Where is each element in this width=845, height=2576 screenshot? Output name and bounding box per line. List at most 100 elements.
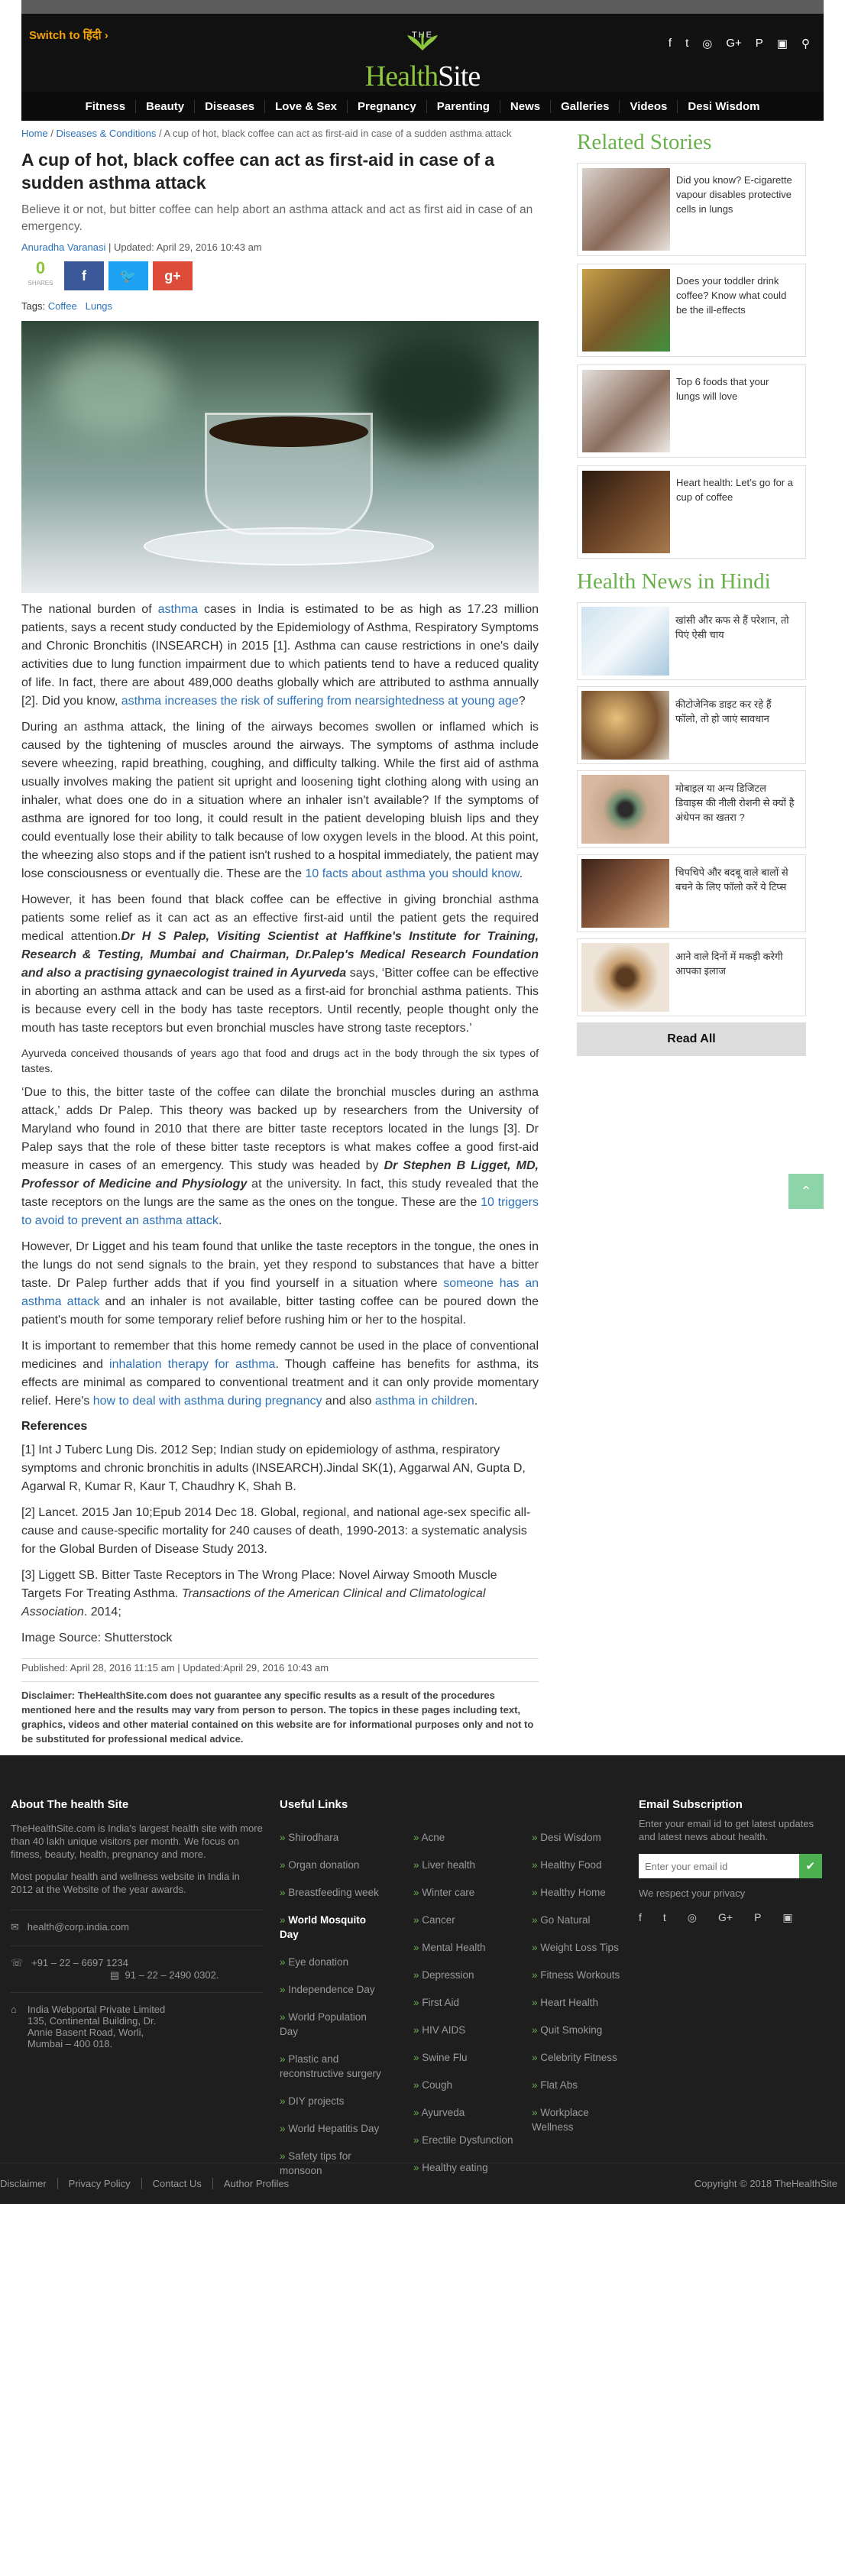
read-all-button[interactable]: Read All bbox=[577, 1022, 806, 1056]
footer-link[interactable]: Healthy Home bbox=[532, 1885, 623, 1900]
footer-link[interactable]: Go Natural bbox=[532, 1913, 623, 1927]
google-plus-share-button[interactable]: g+ bbox=[153, 261, 193, 290]
breadcrumb-home[interactable]: Home bbox=[21, 128, 48, 139]
footer-email[interactable]: ✉ health@corp.india.com bbox=[11, 1910, 263, 1933]
footer-link[interactable]: Heart Health bbox=[532, 1995, 623, 2010]
footer-link[interactable]: World Hepatitis Day bbox=[280, 2121, 387, 2136]
rss-icon[interactable]: ▣ bbox=[777, 37, 788, 50]
related-story[interactable]: Did you know? E-cigarette vapour disable… bbox=[577, 163, 806, 256]
footer-link[interactable]: Plastic and reconstructive surgery bbox=[280, 2052, 387, 2081]
footer-link[interactable]: DIY projects bbox=[280, 2094, 387, 2108]
hindi-story[interactable]: मोबाइल या अन्य डिजिटल डिवाइस की नीली रोश… bbox=[577, 770, 806, 848]
footer-link[interactable]: Breastfeeding week bbox=[280, 1885, 387, 1900]
nav-news[interactable]: News bbox=[499, 99, 550, 113]
story-title: Does your toddler drink coffee? Know wha… bbox=[676, 275, 787, 316]
footer-link[interactable]: Healthy Food bbox=[532, 1858, 623, 1872]
footer-link[interactable]: Shirodhara bbox=[280, 1830, 387, 1845]
asthma-children-link[interactable]: asthma in children bbox=[375, 1395, 474, 1408]
nav-pregnancy[interactable]: Pregnancy bbox=[347, 99, 426, 113]
hindi-news-title: Health News in Hindi bbox=[577, 569, 771, 594]
nav-love-sex[interactable]: Love & Sex bbox=[264, 99, 347, 113]
subscription-text: Enter your email id to get latest update… bbox=[639, 1818, 814, 1842]
privacy-policy-link[interactable]: Privacy Policy bbox=[57, 2178, 142, 2189]
footer-link[interactable]: Organ donation bbox=[280, 1858, 387, 1872]
tag-coffee[interactable]: Coffee bbox=[48, 300, 77, 312]
breadcrumb-category[interactable]: Diseases & Conditions bbox=[57, 128, 157, 139]
hindi-story[interactable]: चिपचिपे और बदबू वाले बालों से बचने के लि… bbox=[577, 854, 806, 932]
footer-link[interactable]: Liver health bbox=[413, 1858, 520, 1872]
subscribe-button[interactable]: ✔ bbox=[798, 1854, 822, 1878]
footer-link[interactable]: Workplace Wellness bbox=[532, 2105, 623, 2134]
asthma-facts-link[interactable]: 10 facts about asthma you should know bbox=[305, 867, 519, 880]
footer-link[interactable]: World Population Day bbox=[280, 2010, 387, 2039]
rss-icon[interactable]: ▣ bbox=[782, 1911, 792, 1924]
disclaimer-link[interactable]: Disclaimer bbox=[0, 2178, 58, 2189]
pinterest-icon[interactable]: P bbox=[754, 1911, 761, 1924]
asthma-pregnancy-link[interactable]: how to deal with asthma during pregnancy bbox=[93, 1395, 322, 1408]
facebook-icon[interactable]: f bbox=[639, 1911, 642, 1924]
footer-link[interactable]: Quit Smoking bbox=[532, 2023, 623, 2037]
footer-link[interactable]: World Mosquito Day bbox=[280, 1913, 387, 1942]
footer-link[interactable]: Acne bbox=[413, 1830, 520, 1845]
instagram-icon[interactable]: ◎ bbox=[688, 1911, 697, 1924]
nav-diseases[interactable]: Diseases bbox=[194, 99, 264, 113]
footer-link[interactable]: Cough bbox=[413, 2078, 520, 2092]
pinterest-icon[interactable]: P bbox=[756, 37, 763, 50]
scroll-to-top-button[interactable]: ⌃ bbox=[788, 1174, 824, 1209]
footer-link[interactable]: Weight Loss Tips bbox=[532, 1940, 623, 1955]
footer-link[interactable]: HIV AIDS bbox=[413, 2023, 520, 2037]
twitter-icon: 🐦 bbox=[119, 267, 138, 284]
nav-fitness[interactable]: Fitness bbox=[76, 100, 136, 113]
hindi-story[interactable]: आने वाले दिनों में मकड़ी करेगी आपका इलाज bbox=[577, 938, 806, 1016]
footer-link[interactable]: Ayurveda bbox=[413, 2105, 520, 2120]
tags-label: Tags: bbox=[21, 300, 48, 312]
search-icon[interactable]: ⚲ bbox=[801, 37, 810, 50]
author-profiles-link[interactable]: Author Profiles bbox=[213, 2178, 299, 2189]
hindi-story[interactable]: खांसी और कफ से हैं परेशान, तो पिएं ऐसी च… bbox=[577, 602, 806, 680]
twitter-icon[interactable]: t bbox=[663, 1911, 666, 1924]
footer-link[interactable]: Cancer bbox=[413, 1913, 520, 1927]
subscription-title: Email Subscription bbox=[639, 1798, 743, 1811]
twitter-share-button[interactable]: 🐦 bbox=[108, 261, 148, 290]
footer-link[interactable]: Depression bbox=[413, 1968, 520, 1982]
footer-link[interactable]: Swine Flu bbox=[413, 2050, 520, 2065]
related-story[interactable]: Heart health: Let’s go for a cup of coff… bbox=[577, 465, 806, 559]
footer-link[interactable]: Winter care bbox=[413, 1885, 520, 1900]
facebook-icon[interactable]: f bbox=[669, 37, 672, 50]
useful-links: Useful Links Shirodhara Organ donation B… bbox=[280, 1798, 631, 2176]
tag-lungs[interactable]: Lungs bbox=[86, 300, 112, 312]
subscription-form: ✔ bbox=[639, 1854, 822, 1878]
nav-videos[interactable]: Videos bbox=[619, 99, 677, 113]
footer-link[interactable]: Celebrity Fitness bbox=[532, 2050, 623, 2065]
inhalation-therapy-link[interactable]: inhalation therapy for asthma bbox=[109, 1358, 275, 1371]
google-plus-icon[interactable]: G+ bbox=[726, 37, 741, 50]
related-story[interactable]: Top 6 foods that your lungs will love bbox=[577, 365, 806, 458]
image-source: Image Source: Shutterstock bbox=[21, 1631, 173, 1644]
asthma-link[interactable]: asthma bbox=[158, 603, 198, 616]
twitter-icon[interactable]: t bbox=[685, 37, 688, 50]
related-story[interactable]: Does your toddler drink coffee? Know wha… bbox=[577, 264, 806, 357]
hindi-story[interactable]: कीटोजेनिक डाइट कर रहे हैं फॉलो, तो हो जा… bbox=[577, 686, 806, 764]
footer-link[interactable]: Fitness Workouts bbox=[532, 1968, 623, 1982]
author-link[interactable]: Anuradha Varanasi bbox=[21, 241, 105, 253]
article-title: A cup of hot, black coffee can act as fi… bbox=[21, 150, 495, 193]
nav-parenting[interactable]: Parenting bbox=[426, 99, 500, 113]
nearsightedness-link[interactable]: asthma increases the risk of suffering f… bbox=[121, 695, 519, 708]
nav-desi-wisdom[interactable]: Desi Wisdom bbox=[677, 99, 769, 113]
contact-us-link[interactable]: Contact Us bbox=[141, 2178, 213, 2189]
footer-link[interactable]: Flat Abs bbox=[532, 2078, 623, 2092]
nav-galleries[interactable]: Galleries bbox=[550, 99, 619, 113]
facebook-share-button[interactable]: f bbox=[64, 261, 104, 290]
footer-link[interactable]: Erectile Dysfunction bbox=[413, 2133, 520, 2147]
fax-icon: ▤ bbox=[110, 1969, 120, 1981]
about-text: Most popular health and wellness website… bbox=[11, 1871, 240, 1895]
email-subscription-input[interactable] bbox=[639, 1854, 799, 1878]
footer-link[interactable]: First Aid bbox=[413, 1995, 520, 2010]
google-plus-icon[interactable]: G+ bbox=[718, 1911, 733, 1924]
footer-link[interactable]: Desi Wisdom bbox=[532, 1830, 623, 1845]
footer-link[interactable]: Independence Day bbox=[280, 1982, 387, 1997]
nav-beauty[interactable]: Beauty bbox=[135, 99, 194, 113]
footer-link[interactable]: Eye donation bbox=[280, 1955, 387, 1969]
footer-link[interactable]: Mental Health bbox=[413, 1940, 520, 1955]
instagram-icon[interactable]: ◎ bbox=[702, 37, 712, 50]
